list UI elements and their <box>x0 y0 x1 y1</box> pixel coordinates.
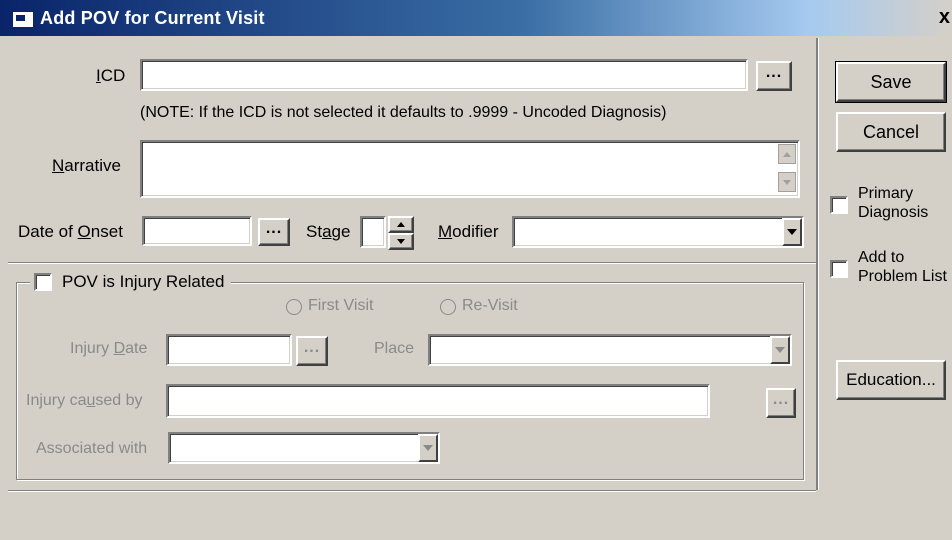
injury-caused-by-label: Injury caused by <box>26 392 143 409</box>
window-title: Add POV for Current Visit <box>40 8 265 28</box>
narrative-label: Narrative <box>52 156 121 175</box>
injury-date-input[interactable] <box>166 334 292 366</box>
stage-input[interactable] <box>360 216 386 248</box>
chevron-down-icon <box>423 445 433 451</box>
onset-date-input[interactable] <box>142 216 252 246</box>
add-to-problem-list-checkbox[interactable] <box>830 260 848 278</box>
icd-lookup-button[interactable]: ... <box>756 61 792 91</box>
scroll-down-button[interactable] <box>778 172 796 192</box>
stage-down-button[interactable] <box>388 233 414 250</box>
cancel-button[interactable]: Cancel <box>836 112 946 152</box>
education-button[interactable]: Education... <box>836 360 946 400</box>
add-to-problem-list-label: Add to Problem List <box>858 249 947 285</box>
onset-label: Date of Onset <box>18 222 123 241</box>
associated-with-label: Associated with <box>36 440 148 457</box>
injury-related-checkbox[interactable] <box>34 273 52 291</box>
injury-related-label: POV is Injury Related <box>62 272 225 291</box>
scroll-up-button[interactable] <box>778 144 796 164</box>
revisit-radio[interactable] <box>440 299 456 315</box>
injury-caused-by-lookup-button[interactable]: ... <box>766 388 796 418</box>
bottom-divider <box>8 490 816 492</box>
first-visit-label: First Visit <box>308 297 374 314</box>
revisit-label: Re-Visit <box>462 297 518 314</box>
close-icon[interactable]: x <box>939 6 950 29</box>
arrow-up-icon <box>397 222 405 227</box>
injury-date-label: Injury Date <box>70 340 148 357</box>
stage-up-button[interactable] <box>388 216 414 233</box>
save-button[interactable]: Save <box>835 61 947 103</box>
place-label: Place <box>374 340 415 357</box>
panel-divider <box>816 38 819 490</box>
modifier-label: Modifier <box>438 222 499 241</box>
narrative-textarea[interactable] <box>140 140 800 198</box>
icd-default-note: (NOTE: If the ICD is not selected it def… <box>140 104 667 121</box>
modifier-select[interactable] <box>512 216 804 248</box>
primary-diagnosis-checkbox[interactable] <box>830 196 848 214</box>
chevron-down-icon <box>787 229 797 235</box>
chevron-down-icon <box>783 179 791 185</box>
icd-label: ICD <box>96 66 126 85</box>
stage-spinner[interactable] <box>388 216 414 250</box>
injury-date-lookup-button[interactable]: ... <box>296 336 328 366</box>
injury-related-checkbox-row[interactable]: POV is Injury Related <box>30 270 231 294</box>
associated-with-select[interactable] <box>168 432 440 464</box>
narrative-scrollbar[interactable] <box>778 144 796 194</box>
onset-date-lookup-button[interactable]: ... <box>258 218 290 246</box>
place-dropdown-button[interactable] <box>770 336 790 364</box>
place-select[interactable] <box>428 334 792 366</box>
associated-with-dropdown-button[interactable] <box>418 434 438 462</box>
modifier-dropdown-button[interactable] <box>782 218 802 246</box>
chevron-down-icon <box>775 347 785 353</box>
chevron-up-icon <box>783 151 791 157</box>
injury-caused-by-input[interactable] <box>166 384 710 418</box>
first-visit-radio[interactable] <box>286 299 302 315</box>
icd-input[interactable] <box>140 59 748 91</box>
stage-label: Stage <box>306 222 351 241</box>
app-icon <box>12 11 34 28</box>
section-divider <box>8 262 816 264</box>
arrow-down-icon <box>397 239 405 244</box>
primary-diagnosis-label: Primary Diagnosis <box>858 185 929 221</box>
